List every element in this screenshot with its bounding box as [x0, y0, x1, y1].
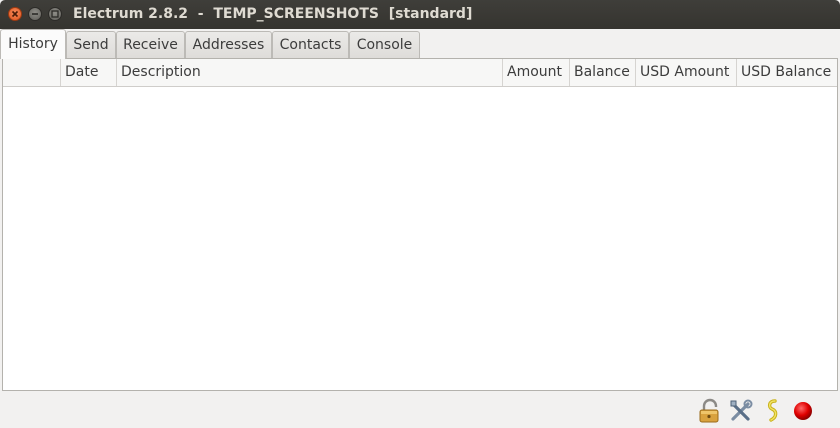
tab-history[interactable]: History [0, 29, 66, 59]
network-status-icon[interactable] [791, 398, 817, 424]
column-header-description[interactable]: Description [117, 59, 503, 86]
tab-contacts[interactable]: Contacts [272, 31, 349, 58]
maximize-icon [51, 10, 59, 18]
close-icon [11, 10, 19, 18]
lock-icon[interactable] [697, 398, 723, 424]
minimize-window-button[interactable] [28, 7, 42, 21]
column-header-usd-balance[interactable]: USD Balance [737, 59, 837, 86]
preferences-tools-icon[interactable] [728, 398, 754, 424]
seed-icon[interactable] [760, 398, 786, 424]
close-window-button[interactable] [8, 7, 22, 21]
tab-send[interactable]: Send [66, 31, 116, 58]
history-table-header: Date Description Amount Balance USD Amou… [3, 59, 837, 87]
column-header-balance[interactable]: Balance [570, 59, 636, 86]
window-title: Electrum 2.8.2 - TEMP_SCREENSHOTS [stand… [73, 6, 473, 22]
tab-receive[interactable]: Receive [116, 31, 185, 58]
maximize-window-button[interactable] [48, 7, 62, 21]
main-tab-bar: History Send Receive Addresses Contacts … [0, 29, 840, 59]
tab-console[interactable]: Console [349, 31, 420, 58]
tab-addresses[interactable]: Addresses [185, 31, 272, 58]
history-table[interactable]: Date Description Amount Balance USD Amou… [2, 58, 838, 391]
column-header-status[interactable] [3, 59, 61, 86]
window-titlebar: Electrum 2.8.2 - TEMP_SCREENSHOTS [stand… [0, 0, 840, 29]
history-table-body[interactable] [3, 87, 837, 390]
column-header-amount[interactable]: Amount [503, 59, 570, 86]
minimize-icon [32, 13, 38, 15]
column-header-date[interactable]: Date [61, 59, 117, 86]
column-header-usd-amount[interactable]: USD Amount [636, 59, 737, 86]
